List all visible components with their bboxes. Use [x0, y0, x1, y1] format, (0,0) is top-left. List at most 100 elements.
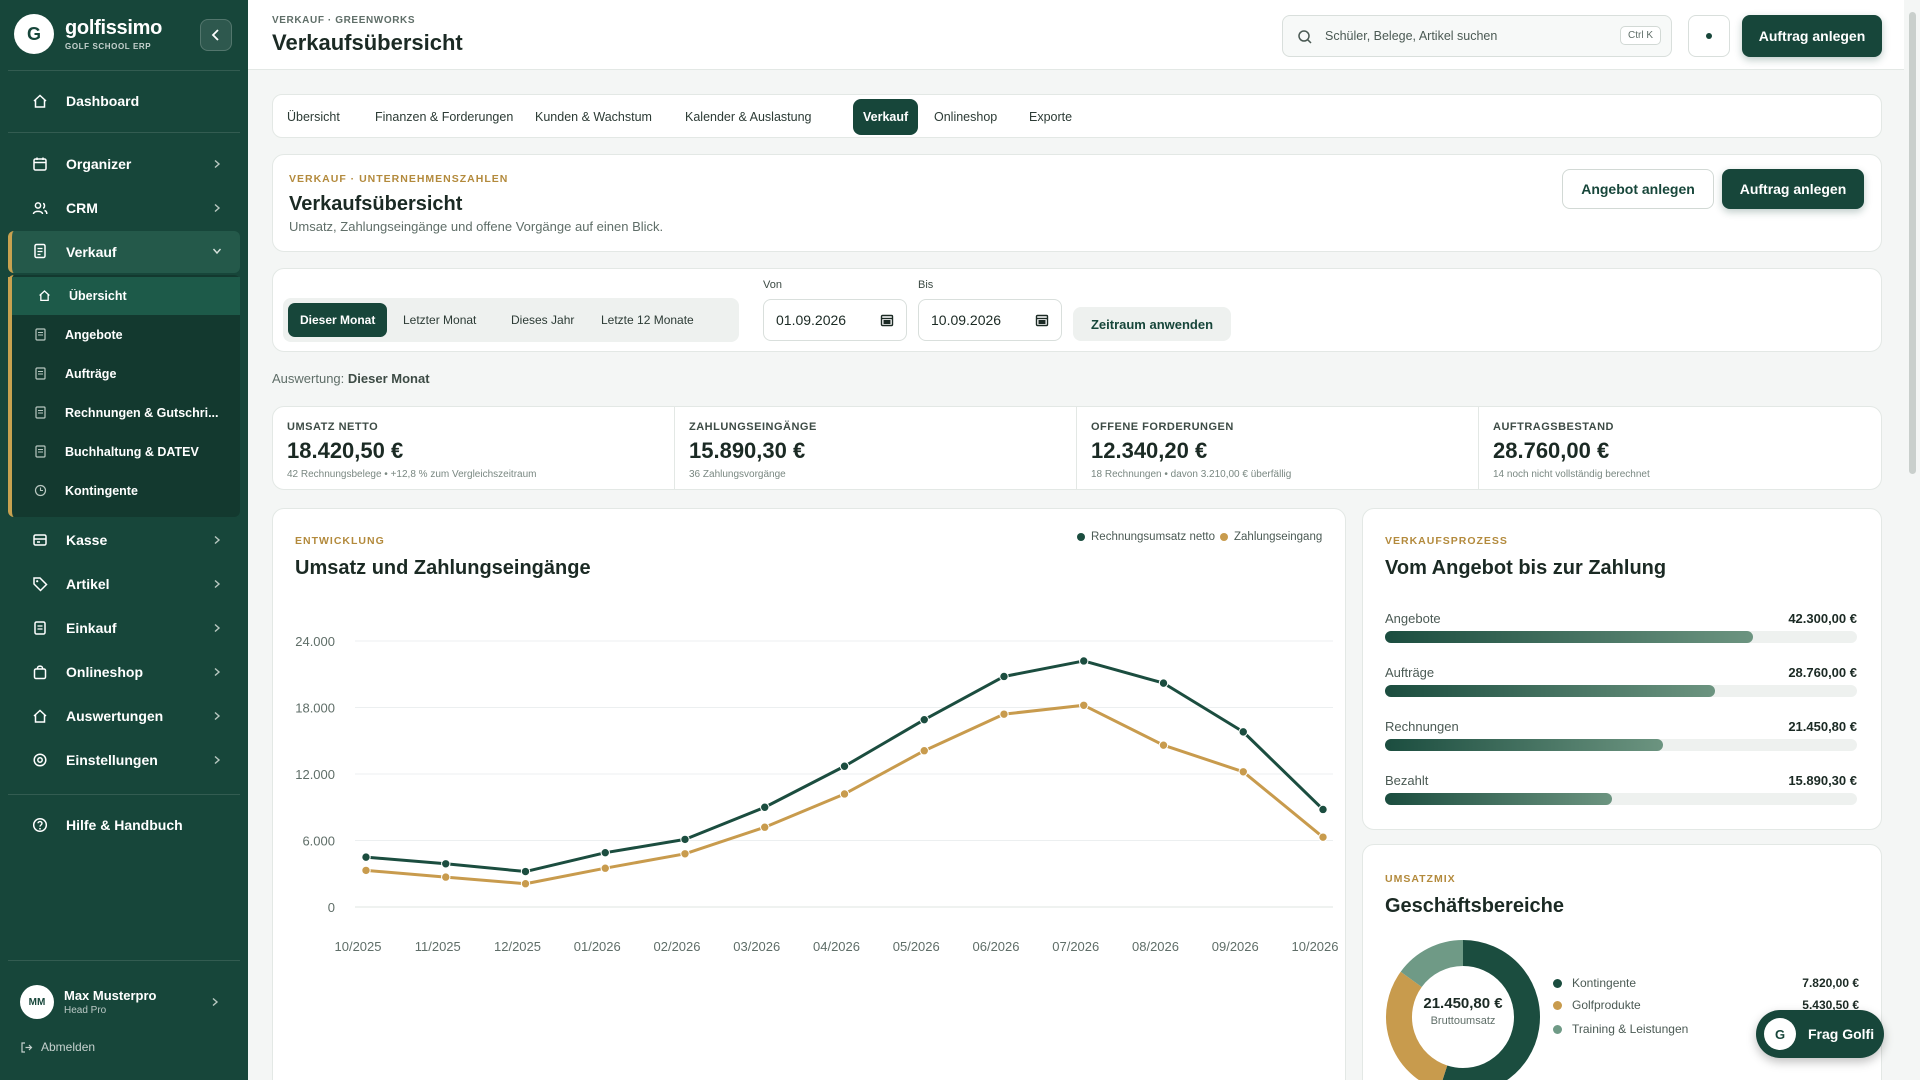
file-icon [35, 406, 46, 419]
chevron-right-icon [214, 535, 221, 545]
kpi-value: 28.760,00 € [1493, 438, 1610, 463]
tab-kalender[interactable]: Kalender & Auslastung [675, 99, 821, 135]
tab-kunden[interactable]: Kunden & Wachstum [525, 99, 662, 135]
sidebar-item-onlineshop[interactable]: Onlineshop [8, 652, 240, 692]
sidebar-subitem-kontingente[interactable]: Kontingente [8, 472, 240, 510]
legend-label: Zahlungseingang [1234, 531, 1323, 543]
sidebar-subitem-label: Kontingente [65, 484, 138, 498]
chart-icon [33, 709, 47, 723]
sidebar-item-organizer[interactable]: Organizer [8, 144, 240, 184]
tab-uebersicht[interactable]: Übersicht [277, 99, 350, 135]
sidebar-item-einstellungen[interactable]: Einstellungen [8, 740, 240, 780]
x-tick-label: 05/2026 [893, 939, 940, 954]
mix-label: Training & Leistungen [1572, 1022, 1689, 1036]
x-tick-label: 08/2026 [1132, 939, 1179, 954]
sidebar-item-auswertungen[interactable]: Auswertungen [8, 696, 240, 736]
brand-name: golfissimo [65, 17, 163, 39]
status-dot-icon [1706, 33, 1712, 39]
sidebar-item-artikel[interactable]: Artikel [8, 564, 240, 604]
brand[interactable]: G golfissimo GOLF SCHOOL ERP [14, 14, 162, 54]
sidebar-collapse-button[interactable] [200, 19, 232, 51]
chevron-right-icon[interactable] [210, 997, 220, 1007]
kpi-label: AUFTRAGSBESTAND [1493, 421, 1614, 433]
mix-eyebrow: UMSATZMIX [1385, 873, 1456, 885]
chevron-right-icon [214, 579, 221, 589]
data-point [680, 849, 690, 859]
from-date-input[interactable]: 01.09.2026 [763, 299, 907, 341]
x-tick-label: 10/2025 [335, 939, 382, 954]
file-icon [35, 367, 46, 380]
sidebar-subitem-rechnungen[interactable]: Rechnungen & Gutschri... [8, 394, 240, 432]
funnel-bar-track [1385, 631, 1857, 643]
legend-item: Rechnungsumsatz netto [1077, 531, 1215, 543]
assistant-button[interactable]: G Frag Golfi [1756, 1010, 1884, 1058]
calendar-icon [1035, 314, 1049, 327]
search-input[interactable]: Schüler, Belege, Artikel suchen Ctrl K [1282, 15, 1672, 57]
x-tick-label: 02/2026 [654, 939, 701, 954]
data-point [1318, 804, 1328, 815]
sidebar-subitem-auftraege[interactable]: Aufträge [8, 355, 240, 393]
apply-period-button[interactable]: Zeitraum anwenden [1073, 307, 1231, 341]
trend-chart-card: ENTWICKLUNG Umsatz und Zahlungseingänge … [272, 508, 1346, 1080]
data-point [760, 822, 770, 832]
funnel-bar-fill [1385, 739, 1664, 751]
logout-link[interactable]: Abmelden [20, 1040, 95, 1054]
to-date-value: 10.09.2026 [931, 312, 1002, 328]
tab-finanzen[interactable]: Finanzen & Forderungen [365, 99, 523, 135]
sidebar-item-hilfe[interactable]: Hilfe & Handbuch [8, 805, 240, 845]
data-point [361, 865, 371, 876]
tab-exporte[interactable]: Exporte [1019, 99, 1082, 135]
mix-swatch [1553, 1024, 1562, 1034]
scrollbar-thumb[interactable] [1909, 12, 1916, 474]
funnel-label: Rechnungen [1385, 719, 1459, 734]
to-label: Bis [918, 279, 934, 291]
user-profile[interactable]: MM Max Musterpro Head Pro [20, 985, 156, 1019]
sidebar-item-label: Artikel [66, 576, 110, 592]
tag-icon [33, 577, 48, 592]
x-tick-label: 12/2025 [494, 939, 541, 954]
data-point [1079, 700, 1089, 710]
status-button[interactable] [1688, 15, 1730, 57]
period-this-month[interactable]: Dieser Monat [288, 303, 388, 337]
sidebar-subitem-uebersicht[interactable]: Übersicht [8, 277, 240, 315]
data-point [441, 872, 451, 882]
chevron-down-icon [212, 248, 222, 255]
period-last-12-months[interactable]: Letzte 12 Monate [589, 303, 706, 337]
data-point [1158, 678, 1169, 688]
create-offer-button[interactable]: Angebot anlegen [1562, 169, 1714, 209]
to-date-input[interactable]: 10.09.2026 [918, 299, 1062, 341]
sidebar-subitem-label: Buchhaltung & DATEV [65, 445, 199, 459]
sidebar-subitem-buchhaltung[interactable]: Buchhaltung & DATEV [8, 433, 240, 471]
home-icon [39, 290, 50, 302]
y-tick-label: 24.000 [295, 634, 335, 649]
sidebar-subitem-angebote[interactable]: Angebote [8, 316, 240, 354]
sidebar-item-einkauf[interactable]: Einkauf [8, 608, 240, 648]
y-tick-label: 0 [328, 900, 335, 915]
create-order-button[interactable]: Auftrag anlegen [1722, 169, 1864, 209]
tab-onlineshop[interactable]: Onlineshop [924, 99, 1007, 135]
shortcut-badge: Ctrl K [1620, 26, 1661, 45]
sidebar-item-kasse[interactable]: Kasse [8, 520, 240, 560]
legend-swatch-revenue [1077, 533, 1085, 541]
funnel-bar-track [1385, 793, 1857, 805]
sidebar-item-label: CRM [66, 200, 98, 216]
donut-center-label: Bruttoumsatz [1430, 1015, 1496, 1027]
page-scrollbar[interactable] [1904, 0, 1920, 1080]
create-order-button-header[interactable]: Auftrag anlegen [1742, 15, 1882, 57]
calendar-icon [33, 157, 47, 171]
tab-verkauf[interactable]: Verkauf [853, 99, 919, 135]
kpi-value: 18.420,50 € [287, 438, 404, 463]
sales-funnel-card: VERKAUFSPROZESS Vom Angebot bis zur Zahl… [1362, 508, 1882, 830]
help-icon [32, 817, 48, 833]
data-point [839, 789, 850, 799]
sidebar-item-label: Einkauf [66, 620, 117, 636]
funnel-bar-fill [1385, 631, 1754, 643]
period-last-month[interactable]: Letzter Monat [391, 303, 488, 337]
sidebar-item-dashboard[interactable]: Dashboard [8, 81, 240, 121]
period-this-year[interactable]: Dieses Jahr [499, 303, 586, 337]
mix-swatch [1553, 1000, 1562, 1010]
sidebar-item-verkauf[interactable]: Verkauf [8, 231, 240, 273]
sidebar-item-label: Dashboard [66, 93, 140, 109]
data-point [600, 847, 610, 858]
sidebar-item-crm[interactable]: CRM [8, 188, 240, 228]
